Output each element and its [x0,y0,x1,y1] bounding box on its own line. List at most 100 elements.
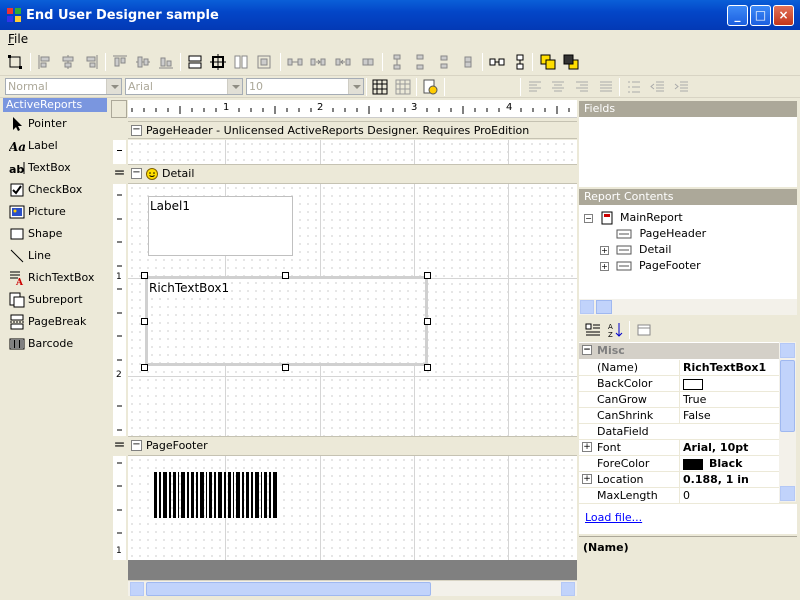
maximize-button[interactable]: □ [750,5,771,26]
horiz-remove-spacing-icon[interactable] [360,54,376,70]
bullets-icon[interactable] [626,79,642,95]
horizontal-scrollbar[interactable] [128,580,577,596]
detail-band[interactable]: − Detail [128,164,577,184]
toolbox-item-barcode[interactable]: Barcode [9,334,73,354]
resize-handle[interactable] [141,364,148,371]
vert-decrease-spacing-icon[interactable] [436,54,452,70]
title-bar[interactable]: End User Designer sample _ □ × [0,0,800,30]
outdent-icon[interactable] [650,79,666,95]
expand-icon[interactable]: + [582,474,592,484]
vert-remove-spacing-icon[interactable] [460,54,476,70]
property-row[interactable]: CanShrink False [579,408,779,424]
collapse-icon[interactable]: − [584,213,593,223]
property-row[interactable]: + Location 0.188, 1 in [579,472,779,488]
page-footer-band[interactable]: − PageFooter [128,436,577,456]
page-footer-section[interactable] [128,456,577,560]
grid-icon[interactable] [372,79,388,95]
same-size-icon[interactable] [210,54,226,70]
same-width-icon[interactable] [187,54,203,70]
toolbox-item-pointer[interactable]: Pointer [9,114,67,134]
property-row[interactable]: + Font Arial, 10pt [579,440,779,456]
property-pages-icon[interactable] [636,322,652,338]
align-left-icon[interactable] [37,54,53,70]
resize-handle[interactable] [282,272,289,279]
report-settings-icon[interactable] [422,79,438,95]
align-center-icon[interactable] [60,54,76,70]
property-row[interactable]: BackColorTransparent [579,376,779,406]
align-bottom-icon[interactable] [158,54,174,70]
expand-icon[interactable]: + [600,245,609,255]
toolbox-item-richtextbox[interactable]: A RichTextBox [9,268,94,288]
minimize-button[interactable]: _ [727,5,748,26]
collapse-icon[interactable]: − [131,440,142,451]
scroll-thumb[interactable] [596,300,612,314]
fields-pane[interactable] [579,117,797,187]
resize-handle[interactable] [141,318,148,325]
property-category[interactable]: − Misc [579,343,779,359]
richtextbox1-control[interactable]: RichTextBox1 [145,276,428,366]
expand-icon[interactable]: + [600,261,609,271]
chevron-down-icon[interactable] [348,79,363,94]
band-resize-handle[interactable]: = [113,164,126,184]
size-combo[interactable]: 10 [246,78,364,95]
chevron-down-icon[interactable] [227,79,242,94]
toolbox-item-shape[interactable]: Shape [9,224,62,244]
text-align-left-icon[interactable] [527,79,543,95]
scroll-thumb[interactable] [146,582,431,596]
align-right-icon[interactable] [83,54,99,70]
tree-item-detail[interactable]: + Detail [600,243,671,256]
property-value-cell[interactable]: 0.188, 1 in [679,472,779,487]
horiz-equal-spacing-icon[interactable] [287,54,303,70]
tree-root[interactable]: − MainReport [584,211,683,225]
send-to-back-icon[interactable] [563,54,579,70]
tree-item-pageheader[interactable]: PageHeader [616,227,706,240]
resize-handle[interactable] [424,318,431,325]
property-row[interactable]: (Name) RichTextBox1 [579,360,779,376]
property-row[interactable]: ForeColor Black [579,456,779,472]
property-value-cell[interactable]: RichTextBox1 [679,360,779,375]
center-vertically-icon[interactable] [512,54,528,70]
collapse-icon[interactable]: − [131,168,142,179]
toolbox-item-textbox[interactable]: ab TextBox [9,158,71,178]
expand-icon[interactable]: + [582,442,592,452]
text-justify-icon[interactable] [598,79,614,95]
resize-handle[interactable] [424,364,431,371]
tree-item-pagefooter[interactable]: + PageFooter [600,259,701,272]
collapse-icon[interactable]: − [131,125,142,136]
property-value-cell[interactable]: Black [679,456,779,471]
load-file-link[interactable]: Load file... [585,511,642,524]
horiz-decrease-spacing-icon[interactable] [335,54,351,70]
align-top-icon[interactable] [112,54,128,70]
toolbox-item-checkbox[interactable]: CheckBox [9,180,82,200]
toolbox-item-subreport[interactable]: Subreport [9,290,83,310]
scroll-up-icon[interactable] [780,343,795,358]
select-all-icon[interactable] [7,54,23,70]
scroll-left-icon[interactable] [580,300,594,314]
property-value-cell[interactable]: False [679,408,779,423]
same-height-icon[interactable] [233,54,249,70]
toolbox-item-line[interactable]: Line [9,246,51,266]
property-row[interactable]: MaxLength 0 [579,488,779,504]
center-horizontally-icon[interactable] [489,54,505,70]
property-value-cell[interactable]: 0 [679,488,779,503]
property-row[interactable]: CanGrow True [579,392,779,408]
toolbox-item-label[interactable]: Aa Label [9,136,58,156]
snap-grid-icon[interactable] [395,79,411,95]
scroll-left-icon[interactable] [130,582,144,596]
horiz-increase-spacing-icon[interactable] [310,54,326,70]
page-header-section[interactable] [128,140,577,164]
resize-handle[interactable] [141,272,148,279]
size-to-grid-icon[interactable] [256,54,272,70]
detail-section[interactable]: Label1 RichTextBox1 [128,184,577,436]
vert-equal-spacing-icon[interactable] [389,54,405,70]
style-combo[interactable]: Normal [5,78,122,95]
property-value-cell[interactable]: True [679,392,779,407]
report-contents-tree[interactable]: − MainReport PageHeader + Detail + PageF… [579,205,797,299]
text-align-center-icon[interactable] [550,79,566,95]
close-button[interactable]: × [773,5,794,26]
categorized-icon[interactable] [585,322,601,338]
vert-increase-spacing-icon[interactable] [412,54,428,70]
band-resize-handle[interactable]: = [113,436,126,456]
barcode-control[interactable] [152,472,282,518]
font-combo[interactable]: Arial [125,78,243,95]
